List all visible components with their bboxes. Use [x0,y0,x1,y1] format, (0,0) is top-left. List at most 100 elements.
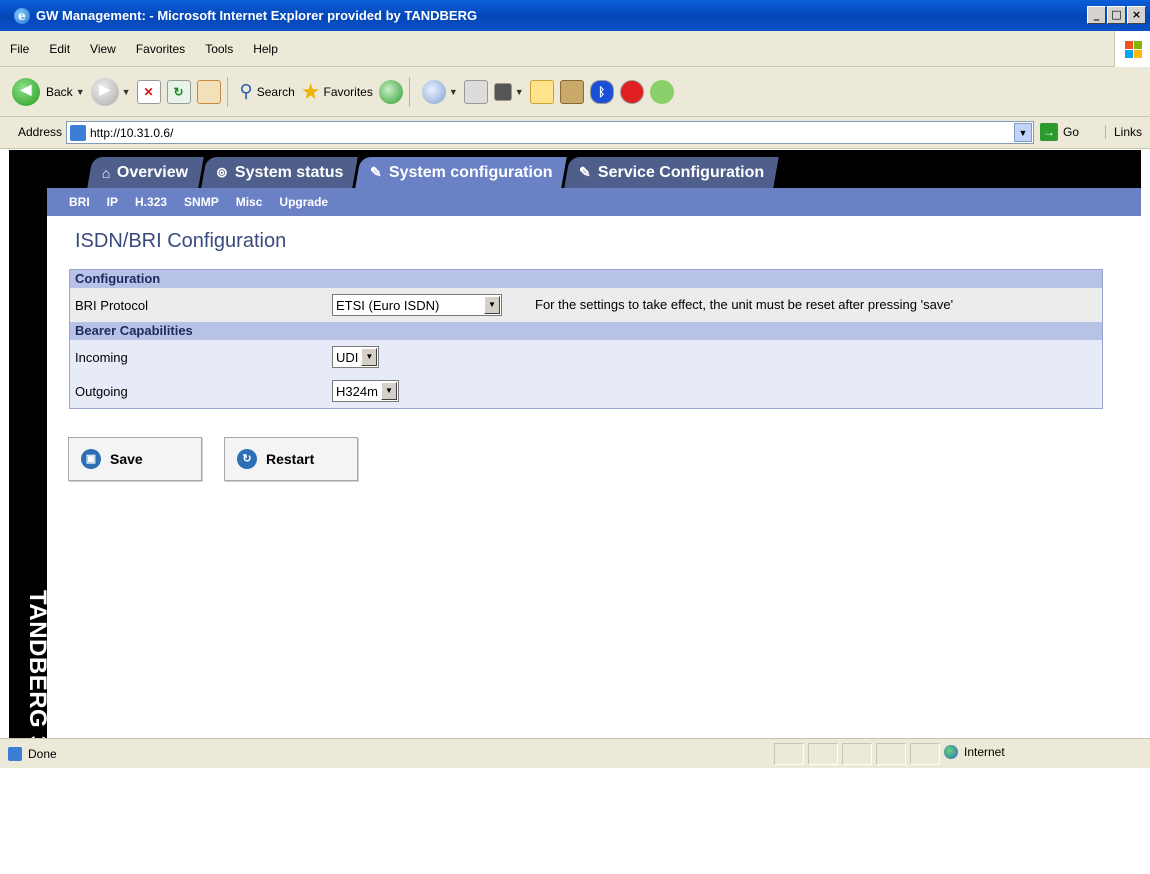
bluetooth-button[interactable]: ᛒ [589,79,614,104]
save-label: Save [110,451,143,467]
chevron-down-icon: ▼ [448,86,458,97]
save-button[interactable]: ▣ Save [68,437,202,481]
brand-logo: TANDBERG 3G Gateway [23,590,51,874]
browser-toolbar: ◀ Back ▼ ▶ ▼ ✕ ↻ ⚲ Search ★ Favorites ▼ … [0,67,1150,117]
section-header-configuration: Configuration [70,270,1102,288]
row-bri-protocol: BRI Protocol ETSI (Euro ISDN) ▼ For the … [70,288,1102,322]
menu-tools[interactable]: Tools [195,42,243,56]
contacts-button[interactable] [649,79,674,104]
chevron-down-icon: ▼ [75,86,85,97]
zone-label: Internet [964,745,1005,759]
subnav-h323[interactable]: H.323 [135,195,167,209]
go-button[interactable]: → Go [1040,123,1079,141]
history-icon [378,79,403,104]
incoming-value: UDI [336,349,359,365]
menu-view[interactable]: View [80,42,126,56]
bri-protocol-select[interactable]: ETSI (Euro ISDN) ▼ [332,294,502,316]
outgoing-label: Outgoing [75,383,128,399]
edit-icon [493,82,512,101]
mail-button[interactable]: ▼ [421,79,458,104]
folder-icon [529,79,554,104]
restart-label: Restart [266,451,315,467]
tab-label: Service Configuration [597,163,765,181]
close-button[interactable]: × [1127,6,1146,24]
subnav-ip[interactable]: IP [107,195,118,209]
favorites-button[interactable]: ★ Favorites [301,79,373,105]
print-icon [463,79,488,104]
security-zone: Internet [944,745,1005,759]
forward-button[interactable]: ▶ ▼ [90,77,131,106]
back-arrow-icon: ◀ [12,77,40,106]
stop-icon: ✕ [136,79,161,104]
internet-globe-icon [944,745,958,759]
history-button[interactable] [378,79,403,104]
chevron-down-icon: ▼ [514,86,524,97]
minimize-button[interactable]: _ [1087,6,1106,24]
section-header-bearer: Bearer Capabilities [70,322,1102,340]
star-icon: ★ [300,78,321,104]
tab-header: ⌂ Overview ⊚ System status ✎ System conf… [47,150,1141,188]
restart-button[interactable]: ↻ Restart [224,437,358,481]
tab-service-configuration[interactable]: ✎ Service Configuration [564,157,779,188]
subnav-bri[interactable]: BRI [69,195,90,209]
subnav-upgrade[interactable]: Upgrade [279,195,328,209]
page-content: TANDBERG 3G Gateway ⌂ Overview ⊚ System … [9,150,1141,874]
subnav-misc[interactable]: Misc [236,195,263,209]
go-label: Go [1063,125,1080,139]
print-button[interactable] [463,79,488,104]
stop-button[interactable]: ✕ [136,79,161,104]
brand-name: TANDBERG [24,590,51,729]
toolbar-separator [226,76,228,107]
refresh-icon: ↻ [166,79,191,104]
config-table: Configuration BRI Protocol ETSI (Euro IS… [69,269,1103,409]
links-button[interactable]: Links [1105,125,1142,139]
home-icon [196,79,221,104]
research-button[interactable] [559,79,584,104]
status-text: Done [28,746,57,761]
menu-help[interactable]: Help [243,42,288,56]
status-cell [842,743,872,765]
home-button[interactable] [196,79,221,104]
favorites-label: Favorites [323,84,373,99]
messenger-button[interactable] [619,79,644,104]
address-url[interactable]: http://10.31.0.6/ [90,126,173,140]
back-label: Back [46,84,73,99]
tab-label: System status [234,163,343,181]
refresh-button[interactable]: ↻ [166,79,191,104]
tab-system-configuration[interactable]: ✎ System configuration [355,157,567,188]
page-icon [70,124,86,141]
menu-bar: File Edit View Favorites Tools Help [0,31,1150,67]
outgoing-select[interactable]: H324m ▼ [332,380,399,402]
subnav-snmp[interactable]: SNMP [184,195,219,209]
search-icon: ⚲ [239,81,253,101]
wrench-icon: ✎ [579,164,591,180]
page-done-icon [8,746,22,761]
status-bar: Done Internet [0,738,1150,768]
edit-button[interactable]: ▼ [493,82,524,101]
status-cell [876,743,906,765]
status-cell [910,743,940,765]
incoming-select[interactable]: UDI ▼ [332,346,380,368]
menu-file[interactable]: File [0,42,39,56]
back-button[interactable]: ◀ Back ▼ [12,77,85,106]
tab-overview[interactable]: ⌂ Overview [87,157,204,188]
row-incoming: Incoming UDI ▼ [70,340,1102,374]
wrench-icon: ✎ [369,164,382,180]
menu-favorites[interactable]: Favorites [126,42,195,56]
status-icon: ⊚ [215,164,228,180]
sub-navigation: BRI IP H.323 SNMP Misc Upgrade [47,188,1141,216]
address-input[interactable]: http://10.31.0.6/ ▼ [66,121,1034,144]
menu-edit[interactable]: Edit [39,42,80,56]
maximize-button[interactable]: □ [1107,6,1126,24]
status-cell [774,743,804,765]
windows-logo-icon [1114,31,1150,67]
search-button[interactable]: ⚲ Search [240,81,295,102]
tab-system-status[interactable]: ⊚ System status [200,157,358,188]
contacts-icon [649,79,674,104]
incoming-label: Incoming [75,349,128,365]
folder-button[interactable] [529,79,554,104]
row-outgoing: Outgoing H324m ▼ [70,374,1102,408]
bri-note: For the settings to take effect, the uni… [535,297,954,312]
address-dropdown-icon[interactable]: ▼ [1014,123,1032,142]
tab-label: System configuration [388,163,553,181]
